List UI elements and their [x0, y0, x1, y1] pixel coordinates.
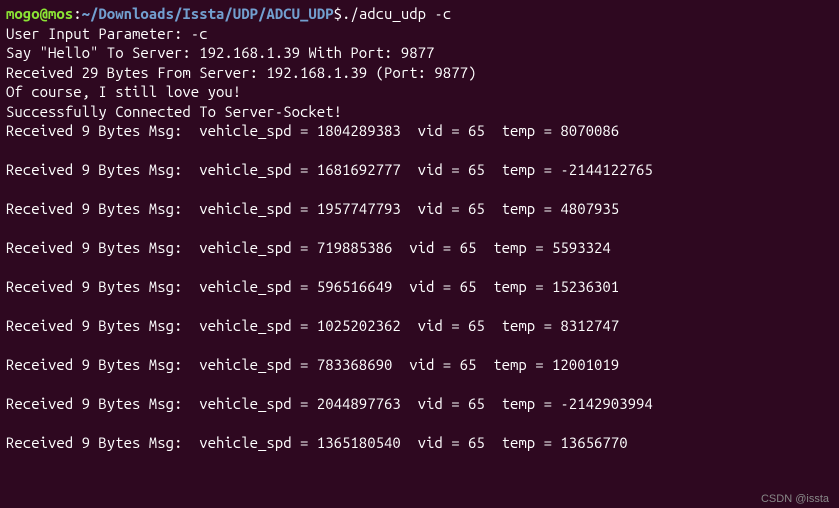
received-msg-line: Received 9 Bytes Msg: vehicle_spd = 7833… — [6, 355, 833, 375]
output-line: Received 29 Bytes From Server: 192.168.1… — [6, 63, 833, 83]
output-line: Say "Hello" To Server: 192.168.1.39 With… — [6, 43, 833, 63]
received-msg-line: Received 9 Bytes Msg: vehicle_spd = 1365… — [6, 433, 833, 453]
blank-line — [6, 258, 833, 278]
blank-line — [6, 180, 833, 200]
prompt-dollar: $ — [334, 4, 342, 24]
received-msg-line: Received 9 Bytes Msg: vehicle_spd = 5965… — [6, 277, 833, 297]
message-container: Received 9 Bytes Msg: vehicle_spd = 1804… — [6, 121, 833, 472]
received-msg-line: Received 9 Bytes Msg: vehicle_spd = 1681… — [6, 160, 833, 180]
prompt-line: mogo@mos : ~/Downloads/Issta/UDP/ADCU_UD… — [6, 4, 833, 24]
blank-line — [6, 414, 833, 434]
received-msg-line: Received 9 Bytes Msg: vehicle_spd = 1804… — [6, 121, 833, 141]
blank-line — [6, 336, 833, 356]
received-msg-line: Received 9 Bytes Msg: vehicle_spd = 1957… — [6, 199, 833, 219]
output-line: User Input Parameter: -c — [6, 24, 833, 44]
watermark-text: CSDN @issta — [761, 492, 829, 506]
received-msg-line: Received 9 Bytes Msg: vehicle_spd = 2044… — [6, 394, 833, 414]
prompt-colon: : — [73, 4, 81, 24]
blank-line — [6, 375, 833, 395]
output-line: Successfully Connected To Server-Socket! — [6, 102, 833, 122]
output-line: Of course, I still love you! — [6, 82, 833, 102]
blank-line — [6, 453, 833, 473]
prompt-user-host: mogo@mos — [6, 4, 73, 24]
blank-line — [6, 219, 833, 239]
command-text[interactable]: ./adcu_udp -c — [342, 4, 451, 24]
blank-line — [6, 297, 833, 317]
prompt-path: ~/Downloads/Issta/UDP/ADCU_UDP — [82, 4, 334, 24]
received-msg-line: Received 9 Bytes Msg: vehicle_spd = 1025… — [6, 316, 833, 336]
blank-line — [6, 141, 833, 161]
received-msg-line: Received 9 Bytes Msg: vehicle_spd = 7198… — [6, 238, 833, 258]
